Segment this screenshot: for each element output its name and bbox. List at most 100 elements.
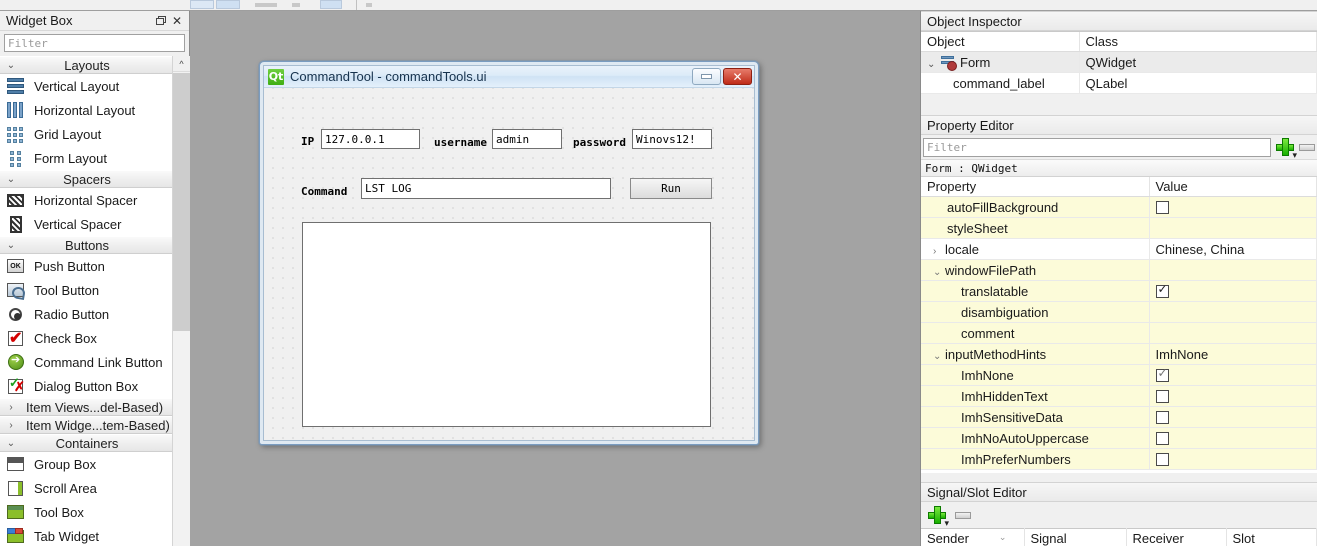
form-window[interactable]: Qt CommandTool - commandTools.ui ✕ IP 12… <box>259 61 759 445</box>
run-button[interactable]: Run <box>630 178 712 199</box>
toolbar-icon-redo[interactable] <box>320 0 342 9</box>
object-cell[interactable]: ⌄ Form <box>921 51 1080 73</box>
remove-icon[interactable] <box>1299 143 1315 151</box>
table-row[interactable]: › locale Chinese, China <box>921 238 1317 260</box>
property-value[interactable] <box>1149 448 1317 470</box>
column-header-slot[interactable]: Slot <box>1226 528 1317 546</box>
property-value[interactable] <box>1149 259 1317 281</box>
widget-item-vertical-layout[interactable]: Vertical Layout <box>0 74 172 98</box>
property-value[interactable] <box>1149 364 1317 386</box>
table-row[interactable]: command_label QLabel <box>921 72 1317 94</box>
widget-item-tab-widget[interactable]: Tab Widget <box>0 524 172 546</box>
toolbar-icon-open[interactable] <box>216 0 240 9</box>
widget-item-command-link-button[interactable]: Command Link Button <box>0 350 172 374</box>
form-window-titlebar[interactable]: Qt CommandTool - commandTools.ui ✕ <box>264 66 754 88</box>
signal-slot-table[interactable]: Sender ⌄ Signal Receiver Slot <box>921 528 1317 546</box>
object-inspector-body[interactable]: Object Class ⌄ Form QWidget command_labe… <box>921 31 1317 94</box>
widget-item-scroll-area[interactable]: Scroll Area <box>0 476 172 500</box>
property-value[interactable] <box>1149 406 1317 428</box>
widget-item-grid-layout[interactable]: Grid Layout <box>0 122 172 146</box>
widget-box-category-item-widgets[interactable]: › Item Widge...tem-Based) <box>0 416 172 434</box>
table-row[interactable]: ⌄ inputMethodHints ImhNone <box>921 343 1317 365</box>
scroll-up-icon[interactable]: ^ <box>173 56 190 72</box>
command-input[interactable]: LST LOG <box>361 178 611 199</box>
widget-item-tool-box[interactable]: Tool Box <box>0 500 172 524</box>
table-row[interactable]: comment <box>921 322 1317 344</box>
widget-box-category-containers[interactable]: ⌄ Containers <box>0 434 172 452</box>
toolbar-icon-edit-widgets[interactable] <box>366 3 372 7</box>
checkbox-unchecked[interactable] <box>1155 410 1169 424</box>
chevron-down-icon[interactable]: ⌄ <box>933 351 945 362</box>
column-header-class[interactable]: Class <box>1079 32 1317 52</box>
checkbox-unchecked[interactable] <box>1155 452 1169 466</box>
column-header-receiver[interactable]: Receiver <box>1126 528 1227 546</box>
close-icon[interactable]: ✕ <box>169 13 185 29</box>
property-editor-body[interactable]: Property Value autoFillBackground styleS… <box>921 177 1317 473</box>
column-header-value[interactable]: Value <box>1149 177 1317 197</box>
password-input[interactable]: Winovs12! <box>632 129 712 149</box>
checkbox-unchecked[interactable] <box>1155 200 1169 214</box>
widget-item-horizontal-spacer[interactable]: Horizontal Spacer <box>0 188 172 212</box>
object-inspector-table[interactable]: Object Class ⌄ Form QWidget command_labe… <box>921 32 1317 94</box>
widget-item-vertical-spacer[interactable]: Vertical Spacer <box>0 212 172 236</box>
checkbox-unchecked[interactable] <box>1155 431 1169 445</box>
widget-item-radio-button[interactable]: Radio Button <box>0 302 172 326</box>
column-header-signal[interactable]: Signal <box>1024 528 1127 546</box>
widget-box-category-buttons[interactable]: ⌄ Buttons <box>0 236 172 254</box>
property-value[interactable] <box>1149 280 1317 302</box>
toolbar-icon-save[interactable] <box>255 3 277 7</box>
property-value[interactable] <box>1149 385 1317 407</box>
widget-box-category-item-views[interactable]: › Item Views...del-Based) <box>0 398 172 416</box>
column-header-object[interactable]: Object <box>921 32 1080 52</box>
minimize-button[interactable] <box>692 68 721 85</box>
table-row[interactable]: ImhSensitiveData <box>921 406 1317 428</box>
output-textedit[interactable] <box>302 222 711 427</box>
checkbox-unchecked[interactable] <box>1155 389 1169 403</box>
property-value[interactable]: ImhNone <box>1149 343 1317 365</box>
table-row[interactable]: ⌄ Form QWidget <box>921 51 1317 73</box>
scrollbar-thumb[interactable] <box>173 73 190 331</box>
widget-box-category-spacers[interactable]: ⌄ Spacers <box>0 170 172 188</box>
chevron-right-icon[interactable]: › <box>933 246 945 257</box>
table-row[interactable]: ImhPreferNumbers <box>921 448 1317 470</box>
form-canvas[interactable]: IP 127.0.0.1 username admin password Win… <box>264 88 754 440</box>
table-row[interactable]: ImhNoAutoUppercase <box>921 427 1317 449</box>
property-value[interactable] <box>1149 217 1317 239</box>
widget-box-filter-input[interactable]: Filter <box>4 34 185 52</box>
property-table[interactable]: Property Value autoFillBackground styleS… <box>921 177 1317 470</box>
widget-item-group-box[interactable]: Group Box <box>0 452 172 476</box>
table-row[interactable]: command_lineEdit QLineEdit <box>921 93 1317 94</box>
add-icon[interactable] <box>1275 137 1297 161</box>
property-value[interactable] <box>1149 196 1317 218</box>
widget-item-horizontal-layout[interactable]: Horizontal Layout <box>0 98 172 122</box>
property-value[interactable] <box>1149 301 1317 323</box>
table-row[interactable]: autoFillBackground <box>921 196 1317 218</box>
table-row[interactable]: disambiguation <box>921 301 1317 323</box>
table-row[interactable]: translatable <box>921 280 1317 302</box>
column-header-sender[interactable]: Sender ⌄ <box>921 528 1025 546</box>
property-value[interactable]: Chinese, China <box>1149 238 1317 260</box>
checkbox-checked[interactable] <box>1155 282 1169 298</box>
ip-input[interactable]: 127.0.0.1 <box>321 129 420 149</box>
widget-item-tool-button[interactable]: Tool Button <box>0 278 172 302</box>
widget-item-form-layout[interactable]: Form Layout <box>0 146 172 170</box>
column-header-property[interactable]: Property <box>921 177 1150 197</box>
property-value[interactable] <box>1149 322 1317 344</box>
widget-item-push-button[interactable]: OK Push Button <box>0 254 172 278</box>
table-row[interactable]: styleSheet <box>921 217 1317 239</box>
property-value[interactable] <box>1149 427 1317 449</box>
widget-box-category-layouts[interactable]: ⌄ Layouts <box>0 56 172 74</box>
widget-item-check-box[interactable]: Check Box <box>0 326 172 350</box>
chevron-down-icon[interactable]: ⌄ <box>927 59 941 70</box>
widget-box-scrollbar[interactable]: ^ <box>172 56 190 546</box>
remove-icon[interactable] <box>955 511 971 519</box>
widget-box-list[interactable]: ⌄ Layouts Vertical Layout Horizontal Lay… <box>0 56 190 546</box>
add-icon[interactable] <box>927 505 949 529</box>
toolbar-icon-undo[interactable] <box>292 3 300 7</box>
close-button[interactable]: ✕ <box>723 68 752 85</box>
table-row[interactable]: ⌄ windowFilePath <box>921 259 1317 281</box>
toolbar-icon-new-form[interactable] <box>190 0 214 9</box>
chevron-down-icon[interactable]: ⌄ <box>933 267 945 278</box>
username-input[interactable]: admin <box>492 129 562 149</box>
main-toolbar[interactable] <box>0 0 1317 11</box>
